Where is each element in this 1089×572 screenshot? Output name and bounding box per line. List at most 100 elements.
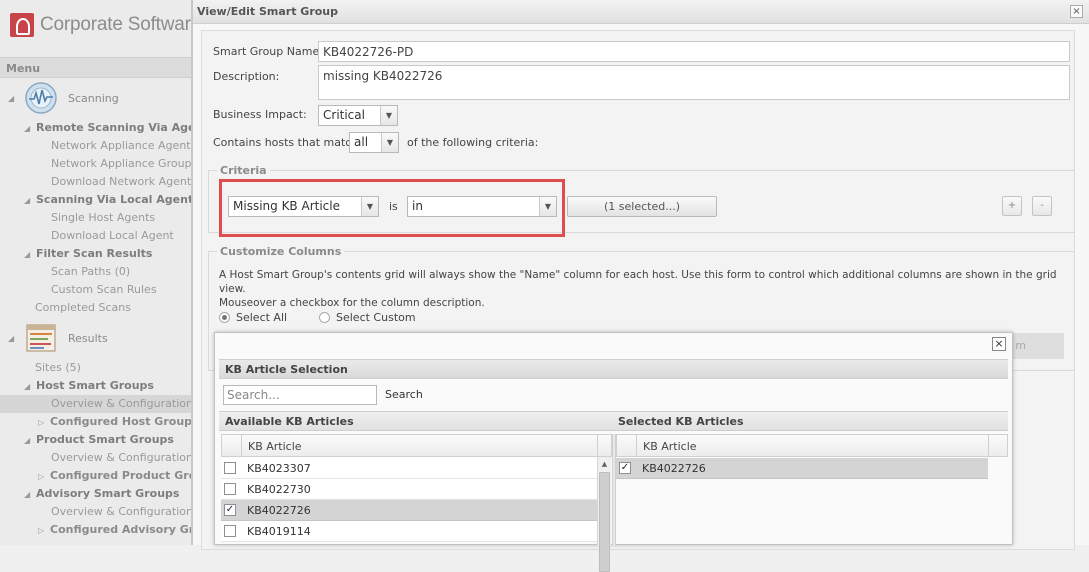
match-mode-value: all xyxy=(354,135,369,149)
chevron-down-icon: ▼ xyxy=(381,133,398,152)
available-list-scrollbar[interactable]: ▲ xyxy=(597,457,611,572)
sidebar-nav-item[interactable]: ▷ Configured Host Groups ( xyxy=(0,413,191,431)
hidden-column-text: m xyxy=(1015,339,1026,352)
header-checkbox-column xyxy=(617,435,637,456)
kb-row-checkbox[interactable]: ✓ xyxy=(619,462,631,474)
kb-row-checkbox[interactable] xyxy=(224,525,236,537)
select-all-radio[interactable] xyxy=(219,312,230,323)
kb-row-label: KB4023307 xyxy=(247,462,311,475)
kb-popup-title: KB Article Selection xyxy=(219,359,1008,379)
smart-group-name-input[interactable]: KB4022726-PD xyxy=(318,41,1070,62)
sidebar-nav-label: Network Appliance Groups xyxy=(51,157,192,170)
description-input[interactable]: missing KB4022726 xyxy=(318,65,1070,100)
kb-search-button[interactable]: Search xyxy=(385,388,423,401)
business-impact-select[interactable]: Critical ▼ xyxy=(318,105,398,126)
criteria-legend: Criteria xyxy=(217,164,270,177)
kb-row[interactable]: ✓ KB4022726 xyxy=(221,500,597,521)
collapse-triangle-icon: ◢ xyxy=(24,436,31,445)
sidebar-nav-item[interactable]: Custom Scan Rules xyxy=(0,281,191,299)
business-impact-value: Critical xyxy=(323,108,365,122)
sidebar-nav-item[interactable]: Download Local Agent xyxy=(0,227,191,245)
sidebar-nav-item[interactable]: ▷ Configured Advisory Grou xyxy=(0,521,191,539)
dialog-title: View/Edit Smart Group xyxy=(193,0,1089,24)
sidebar-nav-label: Remote Scanning Via Agents xyxy=(36,121,191,134)
expand-triangle-icon: ▷ xyxy=(38,472,45,481)
kb-row-checkbox[interactable]: ✓ xyxy=(224,504,236,516)
selected-kb-title: Selected KB Articles xyxy=(618,415,744,428)
close-icon[interactable]: × xyxy=(992,337,1006,351)
sidebar-nav-item[interactable]: Network Appliance Agents xyxy=(0,137,191,155)
kb-row[interactable]: KB4019114 xyxy=(221,521,597,542)
grid-splitter[interactable] xyxy=(612,434,616,546)
header-divider xyxy=(988,435,989,456)
sidebar-nav-label: Host Smart Groups xyxy=(36,379,154,392)
sidebar-section-label: Results xyxy=(68,331,108,345)
collapse-triangle-icon: ◢ xyxy=(24,124,31,133)
collapse-triangle-icon: ◢ xyxy=(24,490,31,499)
business-impact-label: Business Impact: xyxy=(213,108,307,121)
sidebar-nav-item[interactable]: Single Host Agents xyxy=(0,209,191,227)
collapse-triangle-icon: ◢ xyxy=(24,250,31,259)
sidebar-nav-item[interactable]: ◢ Advisory Smart Groups xyxy=(0,485,191,503)
sidebar-nav-item[interactable]: ▷ Configured Product Grou xyxy=(0,467,192,485)
sidebar-nav-item[interactable]: Overview & Configuration xyxy=(0,449,191,467)
kb-row[interactable]: KB4023307 xyxy=(221,458,597,479)
kb-row-checkbox[interactable] xyxy=(224,483,236,495)
sidebar-nav-item[interactable]: Download Network Agent xyxy=(0,173,191,191)
sidebar-section-results[interactable]: ◢ Results xyxy=(0,318,191,358)
header-divider xyxy=(597,435,598,456)
close-icon[interactable]: × xyxy=(1070,5,1083,18)
sidebar-nav-item[interactable]: Overview & Configuration xyxy=(0,395,192,413)
app-window: Corporate Software Menu ◢ Scanning ◢ Remo… xyxy=(0,0,1089,572)
add-criteria-button[interactable]: + xyxy=(1002,196,1022,216)
sidebar-nav-item[interactable]: ◢ Host Smart Groups xyxy=(0,377,191,395)
sidebar: Corporate Software Menu ◢ Scanning ◢ Remo… xyxy=(0,0,192,545)
sidebar-nav-item[interactable]: ◢ Filter Scan Results xyxy=(0,245,191,263)
criteria-highlight-annotation xyxy=(219,179,565,237)
remove-criteria-button[interactable]: - xyxy=(1032,196,1052,216)
sidebar-nav-label: Download Local Agent xyxy=(51,229,174,242)
sidebar-nav-label: Filter Scan Results xyxy=(36,247,153,260)
collapse-triangle-icon: ◢ xyxy=(24,196,31,205)
sidebar-nav-label: Completed Scans xyxy=(35,301,131,314)
sidebar-nav-item[interactable]: Scan Paths (0) xyxy=(0,263,191,281)
sidebar-nav-label: Overview & Configuration xyxy=(51,397,192,410)
sidebar-nav-item[interactable]: Overview & Configuration xyxy=(0,503,192,521)
sidebar-nav-label: Single Host Agents xyxy=(51,211,156,224)
logo-icon xyxy=(10,13,34,37)
name-label: Smart Group Name: xyxy=(213,45,323,58)
sidebar-section-scanning[interactable]: ◢ Scanning xyxy=(0,78,191,118)
sidebar-nav-item[interactable]: ◢ Product Smart Groups xyxy=(0,431,191,449)
kb-row[interactable]: ✓ KB4022726 xyxy=(616,458,988,479)
sidebar-nav-item[interactable]: Completed Scans xyxy=(0,299,191,317)
columns-help-line-2: Mouseover a checkbox for the column desc… xyxy=(219,297,485,309)
scroll-up-icon[interactable]: ▲ xyxy=(598,457,611,471)
kb-lists-header-bar: Available KB Articles Selected KB Articl… xyxy=(219,411,1008,431)
collapse-triangle-icon: ◢ xyxy=(8,93,15,103)
scroll-thumb[interactable] xyxy=(599,472,610,572)
collapse-triangle-icon: ◢ xyxy=(8,333,15,343)
sidebar-nav-item[interactable]: ◢ Scanning Via Local Agents xyxy=(0,191,191,209)
columns-help-text: A Host Smart Group's contents grid will … xyxy=(219,268,1059,310)
sidebar-nav-item[interactable]: ◢ Remote Scanning Via Agents xyxy=(0,119,191,137)
selected-column-header[interactable]: KB Article xyxy=(643,440,697,453)
columns-help-line-1: A Host Smart Group's contents grid will … xyxy=(219,269,1057,295)
sidebar-nav-label: Overview & Configuration xyxy=(51,505,192,518)
match-mode-select[interactable]: all ▼ xyxy=(349,132,399,153)
criteria-values-button[interactable]: (1 selected...) xyxy=(567,196,717,217)
kb-search-placeholder: Search... xyxy=(227,388,280,402)
scanning-icon xyxy=(25,82,57,114)
select-custom-radio[interactable] xyxy=(319,312,330,323)
expand-triangle-icon: ▷ xyxy=(38,526,45,535)
kb-search-input[interactable]: Search... xyxy=(223,385,377,405)
sidebar-nav-label: Configured Product Grou xyxy=(50,469,192,482)
sidebar-nav-label: Configured Advisory Grou xyxy=(50,523,191,536)
kb-row[interactable]: KB4022730 xyxy=(221,479,597,500)
match-label-suffix: of the following criteria: xyxy=(407,136,539,149)
sidebar-nav-item[interactable]: Network Appliance Groups xyxy=(0,155,192,173)
kb-row-checkbox[interactable] xyxy=(224,462,236,474)
sidebar-nav-item[interactable]: Sites (5) xyxy=(0,359,191,377)
select-all-label: Select All xyxy=(236,311,288,324)
kb-row-label: KB4019114 xyxy=(247,525,311,538)
available-column-header[interactable]: KB Article xyxy=(248,440,302,453)
